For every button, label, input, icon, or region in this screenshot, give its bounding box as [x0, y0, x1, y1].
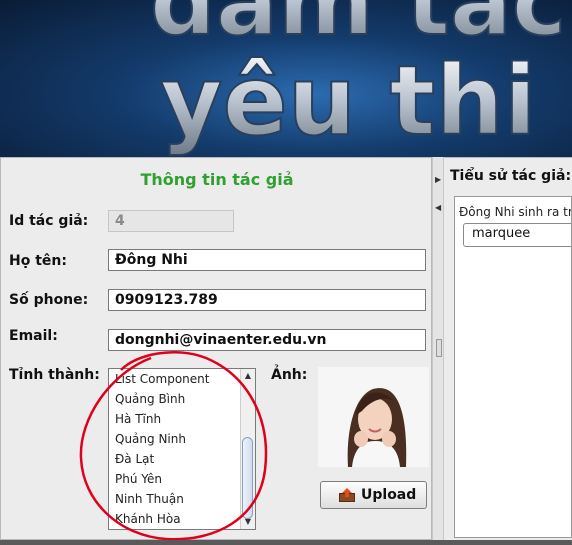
- author-bio-panel: Tiểu sử tác giả: Đông Nhi sinh ra trong …: [444, 157, 572, 540]
- banner-artwork: đam tác yêu thi: [149, 0, 567, 157]
- collapse-left-arrow-icon[interactable]: ◀: [435, 203, 441, 212]
- annotation-circle: [79, 351, 268, 541]
- window-bottom-strip: [0, 540, 572, 545]
- author-info-panel: Thông tin tác giả Id tác giả: 4 Họ tên: …: [0, 157, 432, 541]
- bio-content-box[interactable]: Đông Nhi sinh ra trong marquee: [454, 196, 572, 538]
- collapse-right-arrow-icon[interactable]: ▶: [435, 175, 441, 184]
- header-banner: đam tác yêu thi: [0, 0, 572, 157]
- split-pane-divider[interactable]: ▶ ◀: [432, 157, 444, 540]
- bio-text: Đông Nhi sinh ra trong: [459, 205, 572, 219]
- bio-marquee-field[interactable]: marquee: [463, 223, 571, 247]
- divider-grip[interactable]: [436, 339, 442, 357]
- bio-label: Tiểu sử tác giả:: [450, 168, 572, 184]
- banner-text-bottom: yêu thi: [160, 45, 537, 157]
